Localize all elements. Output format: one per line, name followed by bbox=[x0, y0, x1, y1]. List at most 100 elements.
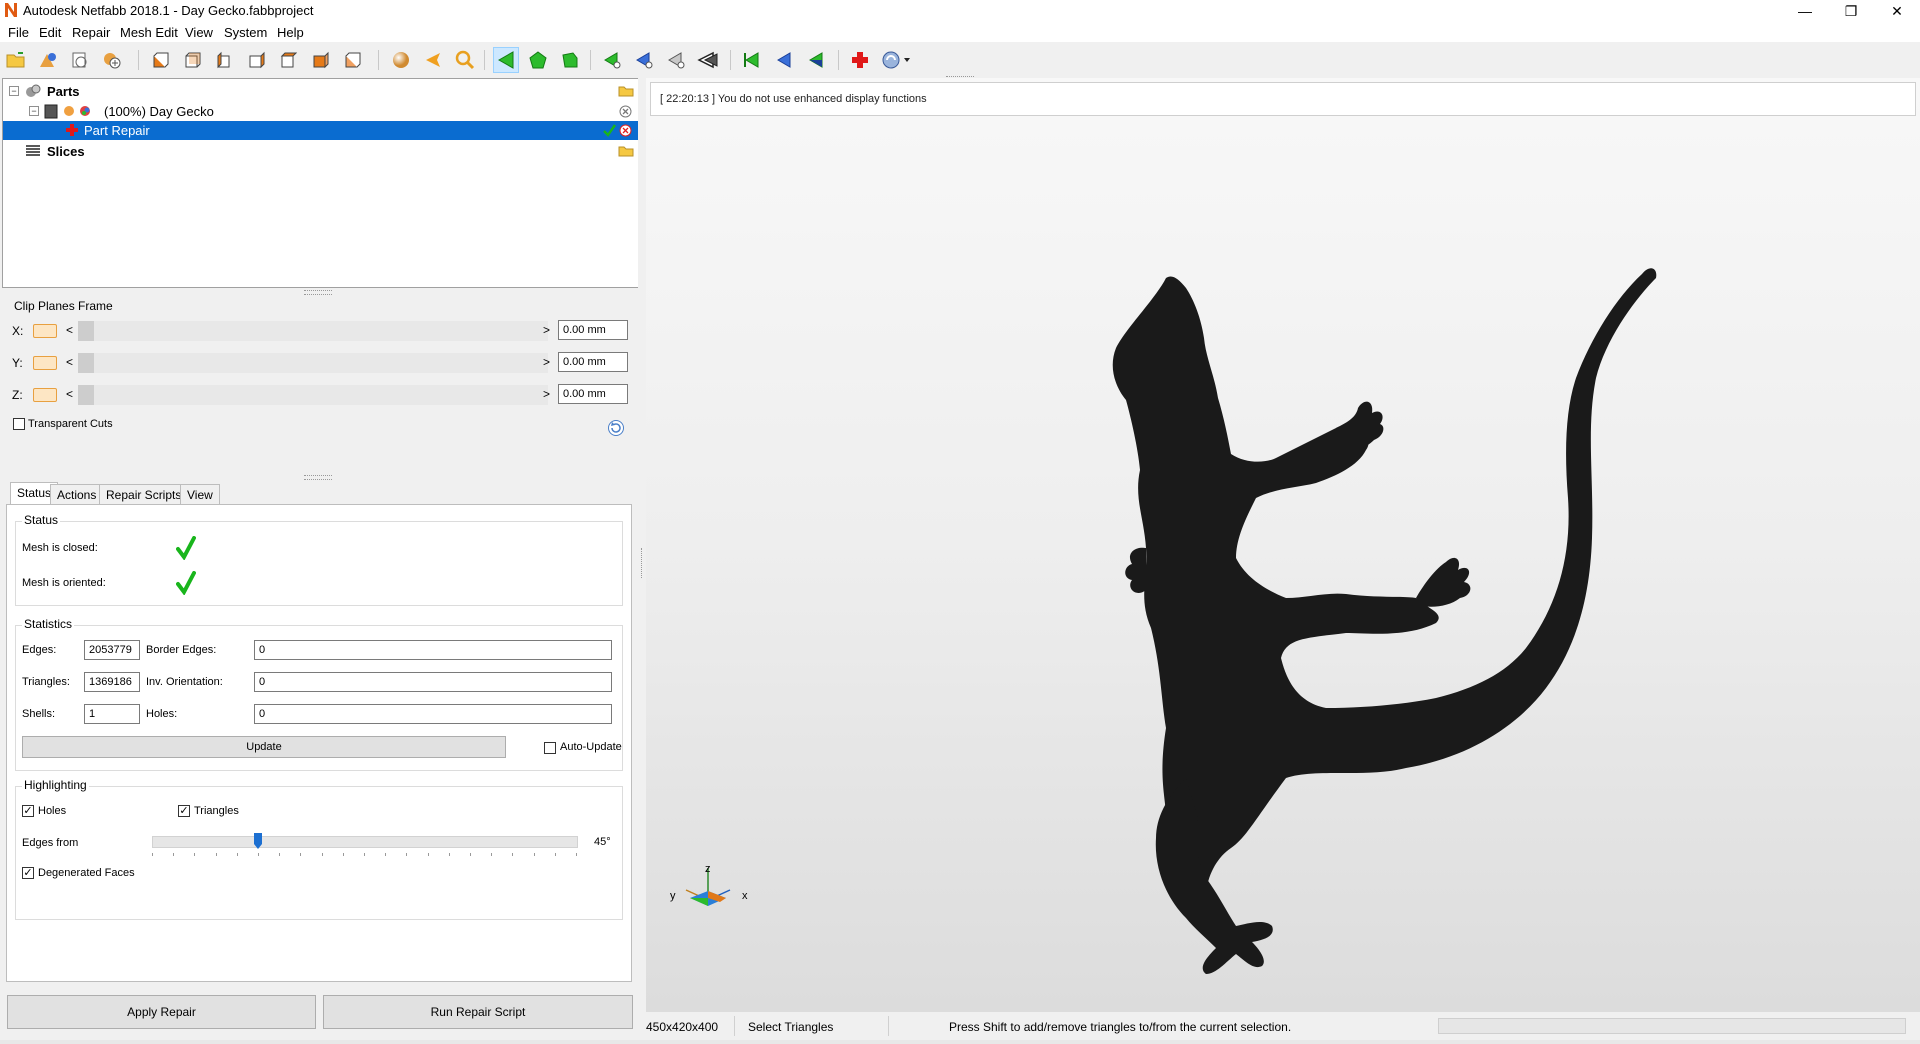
toolbar bbox=[0, 44, 1920, 76]
select-triangles-icon[interactable] bbox=[493, 47, 519, 73]
clip-x-value[interactable]: 0.00 mm bbox=[558, 320, 628, 340]
view-right-icon[interactable] bbox=[244, 48, 268, 72]
clip-x-label: X: bbox=[12, 324, 24, 338]
menu-view[interactable]: View bbox=[185, 25, 213, 40]
view-top-icon[interactable] bbox=[276, 48, 300, 72]
slider-tick bbox=[279, 853, 281, 856]
new-project-icon[interactable] bbox=[68, 48, 92, 72]
window-title: Autodesk Netfabb 2018.1 - Day Gecko.fabb… bbox=[23, 3, 314, 18]
sphere-icon[interactable] bbox=[389, 48, 413, 72]
clip-x-decrease[interactable]: < bbox=[66, 323, 73, 337]
open-folder-icon[interactable] bbox=[4, 48, 28, 72]
tree-slices-node[interactable]: Slices bbox=[3, 142, 639, 161]
cancel-repair-icon[interactable] bbox=[619, 124, 632, 137]
auto-update-checkbox[interactable] bbox=[544, 742, 556, 754]
clip-y-increase[interactable]: > bbox=[543, 355, 550, 369]
tree-part-repair-node[interactable]: Part Repair bbox=[3, 121, 639, 140]
collapse-parts-icon[interactable]: − bbox=[9, 86, 19, 96]
clip-z-value[interactable]: 0.00 mm bbox=[558, 384, 628, 404]
arrow-left-orange-icon[interactable] bbox=[421, 48, 445, 72]
part-color-icon[interactable] bbox=[63, 105, 75, 117]
menu-mesh-edit[interactable]: Mesh Edit bbox=[120, 25, 178, 40]
splitter-grip[interactable] bbox=[641, 548, 644, 578]
view-front-icon[interactable] bbox=[148, 48, 172, 72]
menu-file[interactable]: File bbox=[8, 25, 29, 40]
vertical-splitter[interactable] bbox=[638, 78, 646, 1012]
gecko-model[interactable] bbox=[646, 78, 1920, 1012]
run-repair-script-button[interactable]: Run Repair Script bbox=[323, 995, 633, 1029]
collapse-part-icon[interactable]: − bbox=[29, 106, 39, 116]
view-iso-icon[interactable] bbox=[340, 48, 364, 72]
clip-y-toggle[interactable] bbox=[33, 356, 57, 370]
clip-x-slider[interactable] bbox=[78, 321, 548, 341]
3d-viewport[interactable]: z y x bbox=[646, 76, 1920, 1012]
view-bottom-icon[interactable] bbox=[308, 48, 332, 72]
holes-checkbox[interactable]: ✓ bbox=[22, 805, 34, 817]
triangles-checkbox[interactable]: ✓ bbox=[178, 805, 190, 817]
tab-view[interactable]: View bbox=[180, 484, 220, 504]
tab-repair-scripts[interactable]: Repair Scripts bbox=[99, 484, 189, 504]
clip-z-increase[interactable]: > bbox=[543, 387, 550, 401]
clip-y-value[interactable]: 0.00 mm bbox=[558, 352, 628, 372]
parts-folder-icon[interactable] bbox=[618, 85, 634, 97]
slices-folder-icon[interactable] bbox=[618, 145, 634, 157]
select-mode-4-icon[interactable] bbox=[696, 48, 720, 72]
slider-tick bbox=[321, 853, 323, 856]
select-mode-3-icon[interactable] bbox=[664, 48, 688, 72]
minimize-button[interactable]: — bbox=[1782, 0, 1828, 22]
clip-x-toggle[interactable] bbox=[33, 324, 57, 338]
view-back-icon[interactable] bbox=[180, 48, 204, 72]
update-button[interactable]: Update bbox=[22, 736, 506, 758]
invert-selection-icon[interactable] bbox=[804, 48, 828, 72]
project-tree: − Parts − (100%) Day Gecko Part Repair S… bbox=[2, 78, 640, 288]
slider-tick bbox=[300, 853, 302, 856]
clip-z-toggle[interactable] bbox=[33, 388, 57, 402]
transparent-cuts-checkbox[interactable] bbox=[13, 418, 25, 430]
menu-edit[interactable]: Edit bbox=[39, 25, 61, 40]
highlighting-group: Highlighting ✓ Holes ✓ Triangles Edges f… bbox=[15, 778, 623, 920]
maximize-button[interactable]: ❐ bbox=[1828, 0, 1874, 22]
select-surface-icon[interactable] bbox=[526, 48, 550, 72]
select-mode-1-icon[interactable] bbox=[600, 48, 624, 72]
close-button[interactable]: ✕ bbox=[1874, 0, 1920, 22]
axis-x-label: x bbox=[742, 890, 748, 902]
clip-x-slider-thumb[interactable] bbox=[78, 321, 94, 341]
settings-dropdown-icon[interactable] bbox=[880, 48, 916, 72]
clip-x-increase[interactable]: > bbox=[543, 323, 550, 337]
tree-part-repair-label: Part Repair bbox=[84, 123, 150, 138]
select-shell-icon[interactable] bbox=[558, 48, 582, 72]
clip-z-decrease[interactable]: < bbox=[66, 387, 73, 401]
window-bottom-edge bbox=[0, 1040, 1920, 1044]
tab-actions[interactable]: Actions bbox=[50, 484, 104, 504]
menu-repair[interactable]: Repair bbox=[72, 25, 110, 40]
netfabb-logo-icon bbox=[5, 3, 17, 17]
deselect-icon[interactable] bbox=[772, 48, 796, 72]
select-mode-2-icon[interactable] bbox=[632, 48, 656, 72]
statistics-group: Statistics Edges: 2053779 Border Edges: … bbox=[15, 617, 623, 771]
tree-slices-label: Slices bbox=[47, 144, 85, 159]
view-left-icon[interactable] bbox=[212, 48, 236, 72]
apply-check-icon[interactable] bbox=[602, 123, 616, 137]
part-palette-icon[interactable] bbox=[79, 105, 91, 117]
menu-help[interactable]: Help bbox=[277, 25, 304, 40]
menu-system[interactable]: System bbox=[224, 25, 267, 40]
clip-y-slider-thumb[interactable] bbox=[78, 353, 94, 373]
degenerated-faces-checkbox[interactable]: ✓ bbox=[22, 867, 34, 879]
apply-repair-button[interactable]: Apply Repair bbox=[7, 995, 316, 1029]
zoom-icon[interactable] bbox=[453, 48, 477, 72]
repair-cross-icon[interactable] bbox=[848, 48, 872, 72]
tree-part-node[interactable]: − (100%) Day Gecko bbox=[3, 102, 639, 121]
clip-y-decrease[interactable]: < bbox=[66, 355, 73, 369]
reset-clip-icon[interactable] bbox=[607, 419, 625, 437]
clip-z-slider-thumb[interactable] bbox=[78, 385, 94, 405]
edges-from-slider[interactable] bbox=[152, 836, 578, 848]
clip-splitter-grip[interactable] bbox=[304, 475, 332, 480]
select-all-icon[interactable] bbox=[740, 48, 764, 72]
tree-parts-node[interactable]: − Parts bbox=[3, 82, 639, 101]
edges-from-slider-thumb[interactable] bbox=[253, 832, 263, 850]
close-part-icon[interactable] bbox=[619, 105, 632, 118]
add-part-icon[interactable] bbox=[36, 48, 60, 72]
add-icon[interactable] bbox=[100, 48, 124, 72]
clip-z-slider[interactable] bbox=[78, 385, 548, 405]
clip-y-slider[interactable] bbox=[78, 353, 548, 373]
